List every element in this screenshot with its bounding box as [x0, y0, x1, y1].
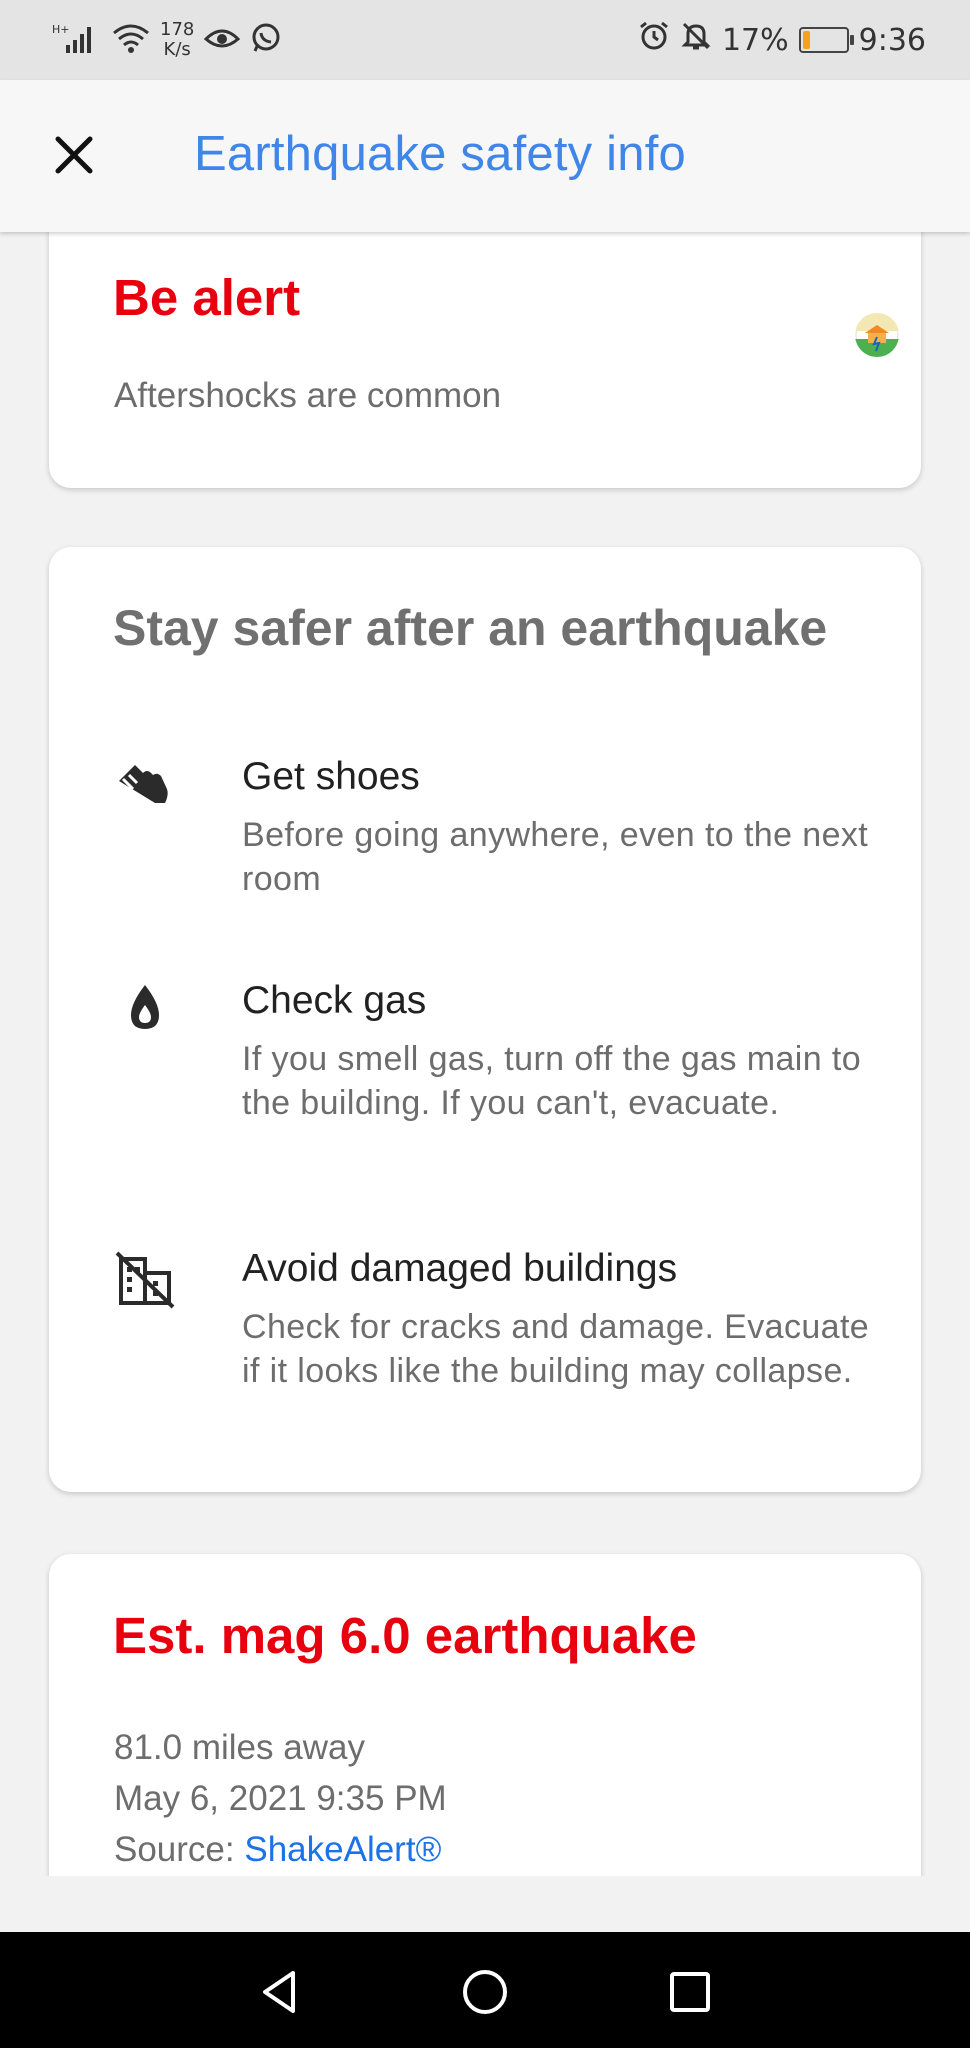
status-bar-left: H+ 178 K/s [52, 18, 282, 62]
earthquake-title: Est. mag 6.0 earthquake [113, 1607, 697, 1664]
alert-card: Be alert Aftershocks are common [49, 232, 921, 488]
earthquake-alert-icon [855, 313, 899, 357]
wifi-icon [112, 21, 150, 59]
notifications-off-icon [680, 20, 712, 60]
gas-drop-icon [113, 979, 177, 1043]
tip-title: Check gas [242, 979, 427, 1022]
home-button[interactable] [455, 1962, 515, 2022]
status-bar-right: 17% 9:36 [638, 18, 926, 62]
shoe-icon [113, 755, 177, 819]
source-line: Source: ShakeAlert® [114, 1830, 441, 1870]
network-speed: 178 K/s [160, 20, 194, 60]
tip-description: Check for cracks and damage. Evacuate if… [242, 1308, 870, 1390]
network-speed-value: 178 [160, 19, 195, 40]
tip-description: Before going anywhere, even to the next … [242, 816, 869, 898]
status-bar: H+ 178 K/s 17% 9:36 [0, 0, 970, 80]
recents-icon [670, 1972, 710, 2012]
tip-title: Get shoes [242, 755, 420, 798]
home-icon [463, 1970, 507, 2014]
shakealert-link[interactable]: ShakeAlert® [244, 1830, 441, 1869]
earthquake-details-card: Est. mag 6.0 earthquake 81.0 miles away … [49, 1554, 921, 1876]
eye-icon [204, 23, 241, 57]
battery-icon [798, 27, 854, 53]
safety-tips-card: Stay safer after an earthquake Get shoes… [49, 547, 921, 1492]
close-button[interactable] [44, 125, 104, 185]
content-scroll[interactable]: Be alert Aftershocks are common Stay saf… [0, 232, 970, 1876]
whatsapp-icon [250, 22, 282, 58]
close-icon [55, 136, 93, 174]
bottom-strip [0, 1876, 970, 1932]
navigation-bar [0, 1932, 970, 2048]
page-title: Earthquake safety info [194, 127, 686, 181]
back-button[interactable] [250, 1962, 310, 2022]
signal-icon: H+ [52, 21, 102, 59]
app-bar: Earthquake safety info [0, 80, 970, 232]
distance-text: 81.0 miles away [114, 1728, 365, 1767]
network-speed-unit: K/s [163, 39, 191, 60]
safety-heading: Stay safer after an earthquake [113, 600, 828, 656]
damaged-building-icon [113, 1247, 177, 1311]
alarm-icon [638, 20, 670, 60]
alert-subtitle: Aftershocks are common [114, 376, 502, 415]
battery-percent: 17% [721, 22, 789, 58]
tip-description: If you smell gas, turn off the gas main … [242, 1040, 862, 1122]
svg-text:H+: H+ [52, 23, 70, 36]
clock: 9:36 [858, 22, 926, 58]
back-icon [263, 1971, 295, 2013]
tip-title: Avoid damaged buildings [242, 1247, 678, 1290]
source-label: Source: [114, 1830, 235, 1869]
alert-title: Be alert [113, 269, 301, 326]
recents-button[interactable] [660, 1962, 720, 2022]
datetime-text: May 6, 2021 9:35 PM [114, 1779, 447, 1818]
battery-level [802, 31, 810, 49]
